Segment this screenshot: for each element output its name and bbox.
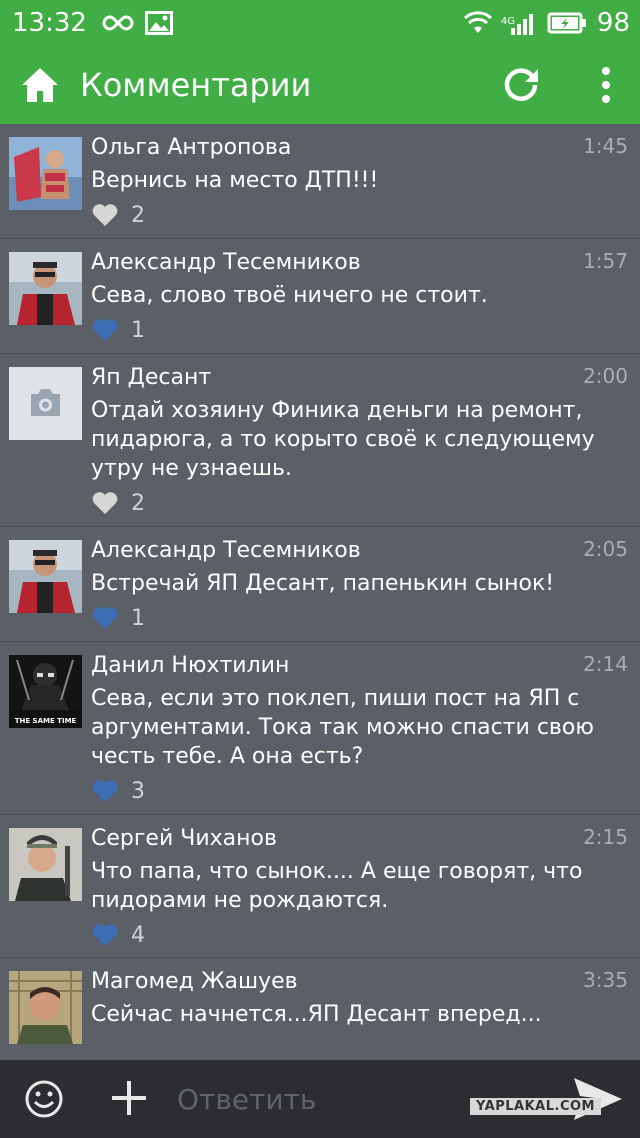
avatar[interactable] bbox=[9, 137, 82, 210]
infinity-icon bbox=[101, 13, 135, 33]
like-count: 4 bbox=[131, 922, 145, 948]
comment-time: 2:05 bbox=[583, 537, 628, 561]
watermark: YAPLAKAL.COM bbox=[470, 1098, 601, 1115]
refresh-icon[interactable] bbox=[502, 66, 540, 104]
comment-time: 1:45 bbox=[583, 134, 628, 158]
like-control[interactable]: 2 bbox=[91, 197, 640, 233]
comment-text-line: Сейчас начнется...ЯП Десант вперед... bbox=[91, 1002, 542, 1027]
avatar[interactable] bbox=[9, 540, 82, 613]
network-type-label: 4G bbox=[500, 16, 516, 27]
comment-time: 2:00 bbox=[583, 364, 628, 388]
comment-text-line: Встречай ЯП Десант, папенькин сынок! bbox=[91, 571, 555, 596]
avatar-caption: THE SAME TIME AS bbox=[14, 717, 77, 725]
battery-percent: 98 bbox=[596, 8, 630, 38]
like-control[interactable]: 2 bbox=[91, 485, 640, 521]
battery-charging-icon bbox=[547, 11, 587, 35]
avatar[interactable] bbox=[9, 367, 82, 440]
comment-time: 2:14 bbox=[583, 652, 628, 676]
like-count: 1 bbox=[131, 317, 145, 343]
comment-author[interactable]: Яп Десант bbox=[91, 354, 640, 393]
comment-text-line: Отдай хозяину Финика деньги на ремонт, bbox=[91, 398, 583, 423]
heart-icon[interactable] bbox=[91, 491, 119, 515]
comment-text-line: Сева, слово твоё ничего не стоит. bbox=[91, 283, 488, 308]
reply-input[interactable] bbox=[175, 1078, 459, 1120]
comment-text: Вернись на место ДТП!!! bbox=[91, 166, 640, 195]
overflow-menu-icon[interactable] bbox=[598, 66, 614, 104]
comment-time: 1:57 bbox=[583, 249, 628, 273]
comments-list[interactable]: Ольга Антропова 1:45 Вернись на место ДТ… bbox=[0, 124, 640, 1060]
comment-text: Сейчас начнется...ЯП Десант вперед... bbox=[91, 1000, 640, 1029]
like-control[interactable]: 1 bbox=[91, 312, 640, 348]
comment-text-line: Сева, если это поклеп, пиши пост на ЯП с bbox=[91, 686, 580, 711]
comment-text: Встречай ЯП Десант, папенькин сынок! bbox=[91, 569, 640, 598]
avatar-figure bbox=[9, 655, 82, 710]
heart-icon[interactable] bbox=[91, 779, 119, 803]
attach-plus-icon[interactable] bbox=[110, 1079, 148, 1117]
home-icon[interactable] bbox=[20, 65, 60, 105]
comment-item[interactable]: Магомед Жашуев 3:35 Сейчас начнется...ЯП… bbox=[0, 958, 640, 1060]
comment-author[interactable]: Магомед Жашуев bbox=[91, 958, 640, 997]
comment-item[interactable]: Александр Тесемников 1:57 Сева, слово тв… bbox=[0, 239, 640, 354]
heart-icon[interactable] bbox=[91, 318, 119, 342]
avatar[interactable] bbox=[9, 971, 82, 1044]
image-icon bbox=[144, 11, 173, 35]
avatar[interactable] bbox=[9, 828, 82, 901]
like-count: 2 bbox=[131, 490, 145, 516]
status-bar: 13:32 4G 98 bbox=[0, 0, 640, 46]
comment-item[interactable]: THE SAME TIME AS Данил Нюхтилин 2:14 Сев… bbox=[0, 642, 640, 815]
comment-time: 3:35 bbox=[583, 968, 628, 992]
cellular-signal-icon: 4G bbox=[500, 10, 537, 36]
comment-text: Что папа, что сынок.... А еще говорят, ч… bbox=[91, 857, 640, 915]
comment-time: 2:15 bbox=[583, 825, 628, 849]
comment-text-line: пидарюга, а то корыто своё к следующему bbox=[91, 427, 595, 452]
comment-text-line: утру не узнаешь. bbox=[91, 456, 292, 481]
comment-item[interactable]: Яп Десант 2:00 Отдай хозяину Финика день… bbox=[0, 354, 640, 527]
comment-text-line: честь тебе. А она есть? bbox=[91, 744, 364, 769]
avatar[interactable] bbox=[9, 252, 82, 325]
wifi-icon bbox=[463, 11, 493, 35]
comment-text-line: пидорами не рождаются. bbox=[91, 888, 389, 913]
comment-text: Сева, слово твоё ничего не стоит. bbox=[91, 281, 640, 310]
avatar[interactable]: THE SAME TIME AS bbox=[9, 655, 82, 728]
comment-item[interactable]: Сергей Чиханов 2:15 Что папа, что сынок.… bbox=[0, 815, 640, 958]
comment-text: Сева, если это поклеп, пиши пост на ЯП с… bbox=[91, 684, 640, 771]
comment-author[interactable]: Сергей Чиханов bbox=[91, 815, 640, 854]
comment-item[interactable]: Александр Тесемников 2:05 Встречай ЯП Де… bbox=[0, 527, 640, 642]
like-count: 1 bbox=[131, 605, 145, 631]
heart-icon[interactable] bbox=[91, 203, 119, 227]
like-control[interactable]: 4 bbox=[91, 917, 640, 953]
comment-text-line: Что папа, что сынок.... А еще говорят, ч… bbox=[91, 859, 583, 884]
comment-author[interactable]: Александр Тесемников bbox=[91, 527, 640, 566]
comment-text-line: аргументами. Тока так можно спасти свою bbox=[91, 715, 594, 740]
comment-author[interactable]: Данил Нюхтилин bbox=[91, 642, 640, 681]
smile-icon[interactable] bbox=[24, 1079, 64, 1119]
like-count: 3 bbox=[131, 778, 145, 804]
comment-text-line: Вернись на место ДТП!!! bbox=[91, 168, 379, 193]
comment-item[interactable]: Ольга Антропова 1:45 Вернись на место ДТ… bbox=[0, 124, 640, 239]
page-title: Комментарии bbox=[80, 66, 312, 104]
like-control[interactable]: 3 bbox=[91, 773, 640, 809]
comment-text: Отдай хозяину Финика деньги на ремонт, п… bbox=[91, 396, 640, 483]
heart-icon[interactable] bbox=[91, 923, 119, 947]
comment-author[interactable]: Ольга Антропова bbox=[91, 124, 640, 163]
action-bar: Комментарии bbox=[0, 46, 640, 124]
status-time: 13:32 bbox=[12, 8, 87, 38]
comment-author[interactable]: Александр Тесемников bbox=[91, 239, 640, 278]
like-control[interactable]: 1 bbox=[91, 600, 640, 636]
heart-icon[interactable] bbox=[91, 606, 119, 630]
like-count: 2 bbox=[131, 202, 145, 228]
